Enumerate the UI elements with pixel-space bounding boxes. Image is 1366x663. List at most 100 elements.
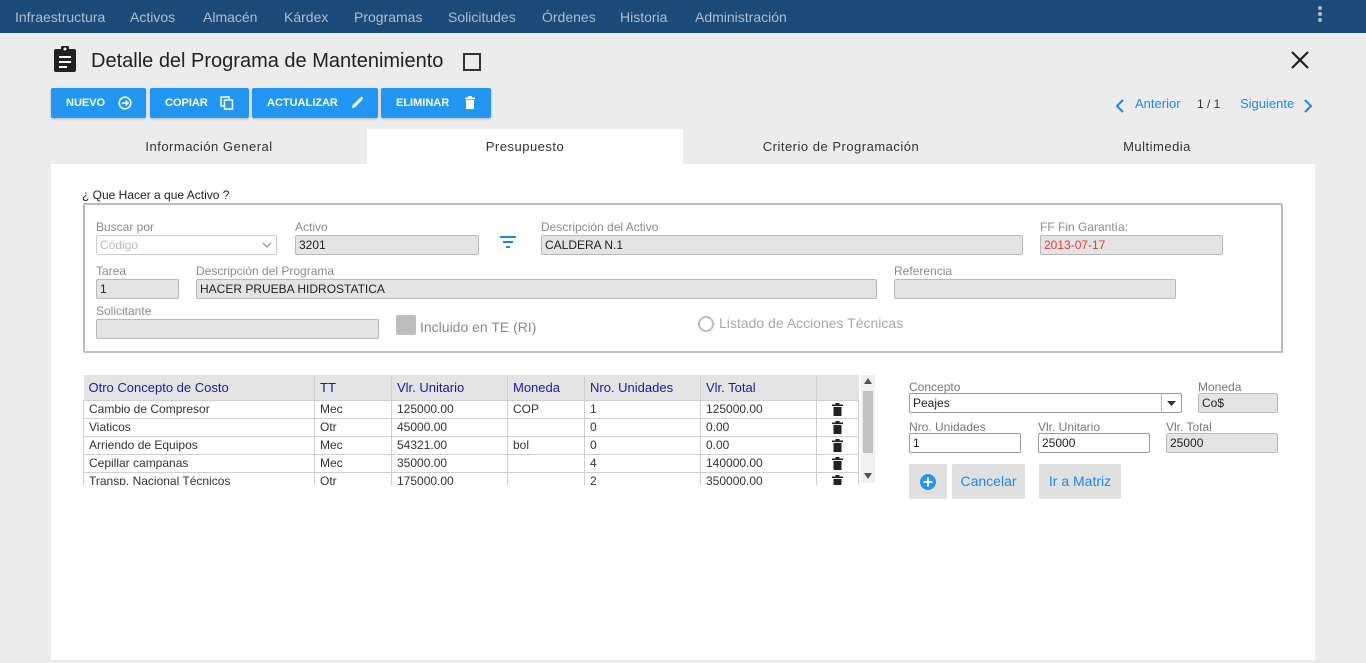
nuevo-label: NUEVO	[66, 97, 106, 109]
table-cell: Transp. Nacional Técnicos	[83, 471, 315, 485]
table-scrollbar[interactable]	[861, 375, 875, 483]
table-cell: 0.00	[700, 417, 817, 437]
col-header-concepto[interactable]: Otro Concepto de Costo	[83, 375, 315, 400]
nav-ordenes[interactable]: Órdenes	[542, 0, 596, 33]
listado-acciones-radio[interactable]	[698, 316, 714, 332]
incluido-te-checkbox[interactable]	[396, 315, 416, 335]
arrow-circle-right-icon	[118, 96, 132, 110]
clipboard-icon	[54, 46, 76, 72]
scroll-down-icon[interactable]	[864, 473, 872, 479]
concepto-dropdown-button[interactable]	[1161, 394, 1181, 412]
ff-fin-garantia-label: FF Fin Garantía:	[1040, 220, 1129, 234]
nav-historia[interactable]: Historia	[620, 0, 667, 33]
descripcion-activo-input[interactable]: CALDERA N.1	[541, 235, 1023, 255]
trash-icon	[465, 96, 475, 109]
title-checkbox[interactable]	[463, 53, 481, 71]
ff-fin-garantia-input[interactable]: 2013-07-17	[1040, 235, 1223, 255]
buscar-por-select[interactable]: Código	[96, 235, 277, 255]
table-cell: COP	[507, 399, 585, 419]
table-row[interactable]: Cepillar campanas Mec 35000.00 4 140000.00	[83, 453, 859, 473]
nav-infraestructura[interactable]: Infraestructura	[15, 0, 105, 33]
pencil-icon	[352, 96, 364, 108]
copiar-button[interactable]: COPIAR	[150, 88, 249, 118]
nav-almacen[interactable]: Almacén	[203, 0, 257, 33]
ir-a-matriz-button[interactable]: Ir a Matriz	[1039, 464, 1121, 499]
table-cell: 45000.00	[391, 417, 508, 437]
table-cell	[507, 471, 585, 485]
add-cost-button[interactable]	[909, 464, 947, 499]
add-circle-icon	[920, 474, 936, 490]
cancelar-button[interactable]: Cancelar	[952, 464, 1025, 499]
col-header-vlr-unitario[interactable]: Vlr. Unitario	[391, 375, 508, 400]
table-cell: 54321.00	[391, 435, 508, 455]
scrollbar-thumb[interactable]	[863, 391, 873, 453]
solicitante-input[interactable]	[96, 319, 379, 339]
vlr-unitario-label: Vlr. Unitario	[1038, 420, 1101, 434]
anterior-link[interactable]: Anterior	[1135, 96, 1181, 111]
tab-criterio-programacion[interactable]: Criterio de Programación	[683, 129, 999, 164]
vlr-unitario-input[interactable]: 25000	[1038, 433, 1150, 453]
col-header-moneda[interactable]: Moneda	[507, 375, 585, 400]
more-vert-icon[interactable]	[1316, 6, 1324, 26]
table-row[interactable]: Cambio de Compresor Mec 125000.00 COP 1 12500…	[83, 399, 859, 419]
table-cell: 175000.00	[391, 471, 508, 485]
nav-kardex[interactable]: Kárdex	[284, 0, 328, 33]
actualizar-button[interactable]: ACTUALIZAR	[252, 88, 378, 118]
chevron-right-icon[interactable]	[1302, 98, 1314, 114]
filter-icon[interactable]	[499, 235, 517, 249]
nro-unidades-input[interactable]: 1	[909, 433, 1021, 453]
table-cell: Arriendo de Equipos	[83, 435, 315, 455]
incluido-te-label: Incluido en TE (RI)	[420, 319, 537, 335]
moneda-input[interactable]: Co$	[1198, 393, 1278, 413]
table-row[interactable]: Arriendo de Equipos Mec 54321.00 bol 0 0.00	[83, 435, 859, 455]
nav-programas[interactable]: Programas	[354, 0, 422, 33]
delete-row-cell	[816, 417, 859, 437]
table-row[interactable]: Viaticos Otr 45000.00 0 0.00	[83, 417, 859, 437]
chevron-left-icon[interactable]	[1114, 98, 1126, 114]
activo-input[interactable]: 3201	[295, 235, 479, 255]
table-cell: 35000.00	[391, 453, 508, 473]
col-header-vlr-total[interactable]: Vlr. Total	[700, 375, 817, 400]
listado-acciones-label: Listado de Acciones Técnicas	[719, 315, 904, 331]
descripcion-activo-label: Descripción del Activo	[541, 220, 659, 234]
trash-icon[interactable]	[832, 439, 843, 453]
solicitante-label: Solicitante	[96, 304, 152, 318]
chevron-down-icon	[262, 242, 272, 248]
nav-solicitudes[interactable]: Solicitudes	[448, 0, 516, 33]
table-cell: 2	[584, 471, 701, 485]
nuevo-button[interactable]: NUEVO	[51, 88, 146, 118]
trash-icon[interactable]	[832, 457, 843, 471]
trash-icon[interactable]	[832, 403, 843, 417]
vlr-total-input[interactable]: 25000	[1166, 433, 1278, 453]
table-cell: Cepillar campanas	[83, 453, 315, 473]
trash-icon[interactable]	[832, 421, 843, 435]
eliminar-button[interactable]: ELIMINAR	[381, 88, 491, 118]
table-cell: 350000.00	[700, 471, 817, 485]
delete-row-cell	[816, 471, 859, 485]
concepto-select[interactable]: Peajes	[909, 393, 1182, 413]
concepto-value: Peajes	[913, 396, 950, 410]
table-row[interactable]: Transp. Nacional Técnicos Otr 175000.00 2 35…	[83, 471, 859, 485]
tab-informacion-general[interactable]: Información General	[51, 129, 367, 164]
tab-presupuesto[interactable]: Presupuesto	[367, 129, 683, 164]
actualizar-label: ACTUALIZAR	[267, 97, 338, 109]
table-cell	[507, 417, 585, 437]
nav-activos[interactable]: Activos	[130, 0, 175, 33]
tab-multimedia[interactable]: Multimedia	[999, 129, 1315, 164]
referencia-input[interactable]	[894, 279, 1176, 299]
close-icon[interactable]	[1290, 50, 1310, 70]
table-cell: Cambio de Compresor	[83, 399, 315, 419]
tarea-input[interactable]: 1	[96, 279, 179, 299]
scroll-up-icon[interactable]	[864, 378, 872, 384]
table-cell: Otr	[314, 417, 392, 437]
buscar-por-label: Buscar por	[96, 220, 155, 234]
nav-administracion[interactable]: Administración	[695, 0, 787, 33]
descripcion-programa-input[interactable]: HACER PRUEBA HIDROSTATICA	[196, 279, 877, 299]
trash-icon[interactable]	[832, 475, 843, 485]
eliminar-label: ELIMINAR	[396, 97, 450, 109]
col-header-tt[interactable]: TT	[314, 375, 392, 400]
asset-fieldset: Buscar por Código Activo 3201 Descripció…	[83, 203, 1283, 353]
siguiente-link[interactable]: Siguiente	[1240, 96, 1294, 111]
col-header-nro-unidades[interactable]: Nro. Unidades	[584, 375, 701, 400]
table-cell: Mec	[314, 399, 392, 419]
